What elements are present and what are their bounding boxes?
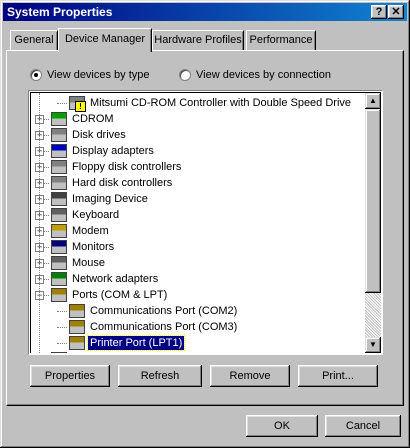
tab-hardware-profiles[interactable]: Hardware Profiles (152, 30, 244, 50)
port-icon (69, 320, 85, 334)
tree-guide-line (39, 93, 40, 353)
print-button[interactable]: Print... (298, 365, 378, 387)
ok-button[interactable]: OK (246, 415, 318, 437)
tree-item-label: Modem (72, 225, 109, 237)
port-icon (69, 304, 85, 318)
tab-label: Performance (249, 34, 313, 46)
radio-view-by-connection[interactable] (179, 69, 191, 81)
tree-category[interactable]: + Imaging Device (31, 191, 361, 207)
down-arrow-icon: ▼ (369, 340, 377, 349)
tree-item-label: Imaging Device (72, 193, 148, 205)
port-icon (51, 288, 67, 302)
tree-category[interactable]: + Hard disk controllers (31, 175, 361, 191)
system-properties-window: System Properties ? ✕ General Device Man… (0, 0, 410, 448)
scroll-down-button[interactable]: ▼ (365, 337, 381, 353)
tree-category[interactable]: + Display adapters (31, 143, 361, 159)
tree-device[interactable]: Communications Port (COM3) (31, 319, 361, 335)
radio-view-by-type[interactable] (30, 69, 42, 81)
scsi-controller-icon (51, 352, 67, 353)
display-adapter-icon (51, 144, 67, 158)
tree-item-label: Printer Port (LPT1) (86, 335, 186, 351)
view-by-type-option[interactable]: View devices by type (30, 67, 150, 83)
tree-item-label: Monitors (72, 241, 115, 253)
up-arrow-icon: ▲ (369, 96, 377, 105)
tree-scrollbar[interactable]: ▲ ▼ (365, 93, 381, 353)
tree-item-label: Display adapters (72, 145, 154, 157)
tab-device-manager[interactable]: Device Manager (58, 28, 152, 52)
tree-item-label: Keyboard (72, 209, 120, 221)
imaging-device-icon (51, 192, 67, 206)
tree-category[interactable]: + Network adapters (31, 271, 361, 287)
tree-item-label: Disk drives (72, 129, 126, 141)
tab-performance[interactable]: Performance (246, 30, 316, 50)
tree-category[interactable]: + Disk drives (31, 127, 361, 143)
tree-item-label: Ports (COM & LPT) (72, 289, 168, 301)
cancel-button[interactable]: Cancel (325, 415, 401, 437)
scroll-thumb[interactable] (365, 109, 381, 293)
view-by-connection-option[interactable]: View devices by connection (179, 67, 331, 83)
floppy-controller-icon (51, 160, 67, 174)
tree-category[interactable]: + Keyboard (31, 207, 361, 223)
tree-item-label: Floppy disk controllers (72, 161, 182, 173)
tree-item-label: Hard disk controllers (72, 177, 173, 189)
title-bar[interactable]: System Properties ? ✕ (3, 3, 407, 21)
help-button[interactable]: ? (371, 5, 387, 19)
tab-label: Device Manager (64, 33, 146, 45)
tree-item-label: CDROM (72, 113, 114, 125)
window-title: System Properties (7, 5, 113, 19)
scroll-up-button[interactable]: ▲ (365, 93, 381, 109)
tree-device[interactable]: Printer Port (LPT1) (31, 335, 361, 351)
remove-button[interactable]: Remove (210, 365, 290, 387)
cdrom-icon (51, 112, 67, 126)
properties-button[interactable]: Properties (30, 365, 110, 387)
tree-category[interactable]: + Mouse (31, 255, 361, 271)
device-tree[interactable]: ! Mitsumi CD-ROM Controller with Double S… (28, 90, 383, 355)
tree-device[interactable]: Communications Port (COM2) (31, 303, 361, 319)
tree-item-label: Mitsumi CD-ROM Controller with Double Sp… (90, 97, 352, 109)
hard-disk-controller-icon (51, 176, 67, 190)
tree-item-label: Communications Port (COM3) (90, 321, 238, 333)
monitor-icon (51, 240, 67, 254)
modem-icon (51, 224, 67, 238)
warning-controller-icon: ! (69, 96, 86, 112)
tree-category[interactable]: +SCSI controllers (31, 351, 361, 353)
tree-item-label: SCSI controllers (70, 352, 153, 353)
tree-category[interactable]: + Floppy disk controllers (31, 159, 361, 175)
tree-item-label: Mouse (72, 257, 106, 269)
tree-item-label: Communications Port (COM2) (90, 305, 238, 317)
port-icon (69, 336, 85, 350)
tree-device[interactable]: ! Mitsumi CD-ROM Controller with Double S… (31, 95, 361, 112)
tab-general[interactable]: General (10, 30, 58, 50)
view-by-type-label: View devices by type (47, 69, 150, 81)
network-adapter-icon (51, 272, 67, 286)
mouse-icon (51, 256, 67, 270)
tree-item-label: Network adapters (72, 273, 159, 285)
tab-label: General (14, 34, 54, 46)
close-button[interactable]: ✕ (388, 5, 404, 19)
tree-category[interactable]: + CDROM (31, 111, 361, 127)
keyboard-icon (51, 208, 67, 222)
disk-drive-icon (51, 128, 67, 142)
tab-label: Hardware Profiles (154, 34, 242, 46)
tree-category[interactable]: + Modem (31, 223, 361, 239)
view-by-connection-label: View devices by connection (196, 69, 331, 81)
refresh-button[interactable]: Refresh (118, 365, 202, 387)
tree-category[interactable]: − Ports (COM & LPT) (31, 287, 361, 303)
tree-category[interactable]: + Monitors (31, 239, 361, 255)
